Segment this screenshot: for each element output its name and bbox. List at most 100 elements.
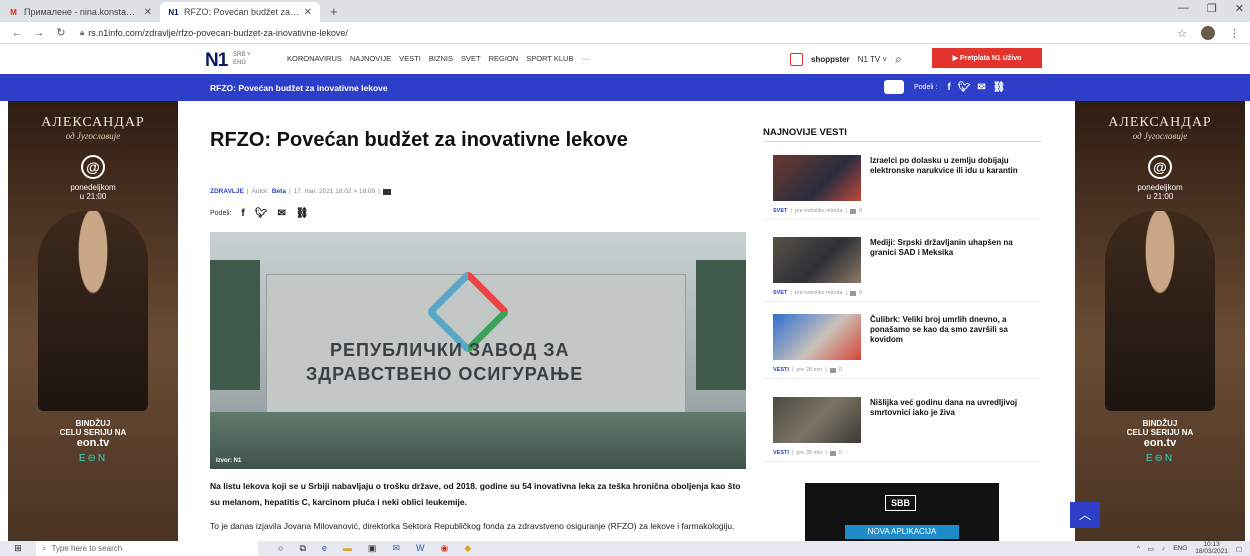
menu-item-sport-klub[interactable]: SPORT KLUB [526,54,573,63]
word-icon[interactable]: W [416,543,425,554]
url-text: rs.n1info.com/zdravlje/rfzo-povecan-budz… [88,27,348,38]
news-title[interactable]: Mediji: Srpski državljanin uhapšen na gr… [870,238,1030,258]
browser-tab-n1[interactable]: N1 RFZO: Povećan budžet za inova ✕ [160,2,320,22]
browser-tab-mail[interactable]: M Прималене - nina.konstantinido ✕ [0,2,160,22]
sbb-ad-banner[interactable]: SBB NOVA APLIKACIJA [805,483,999,541]
comment-icon[interactable] [884,80,904,94]
left-ad-banner[interactable]: АЛЕКСАНДАР од Југославије @ ponedeljkom … [8,101,178,541]
n1-logo[interactable]: N1 [205,50,228,72]
menu-item-koronavirus[interactable]: KORONAVIRUS [287,54,342,63]
main-menu: KORONAVIRUS NAJNOVIJE VESTI BIZNIS SVET … [287,54,589,63]
n1-tv-dropdown[interactable]: N1 TV ˅ [858,55,887,64]
band-share-label: Podeli : [914,83,938,91]
article-category[interactable]: ZDRAVLJE [210,188,244,195]
new-tab-button[interactable]: + [320,2,348,22]
facebook-icon[interactable]: f [241,208,244,219]
article-author[interactable]: Beta [272,188,286,195]
mail-icon[interactable]: ✉ [392,543,400,554]
news-item[interactable]: Nišlijka već godinu dana na uvredljivoj … [763,390,1041,462]
news-item[interactable]: Mediji: Srpski državljanin uhapšen na gr… [763,230,1041,302]
restore-icon[interactable]: ❐ [1207,2,1217,15]
tray-date: 18/03/2021 [1195,547,1228,555]
news-item[interactable]: Čulibrk: Veliki broj umrlih dnevno, a po… [763,307,1041,379]
window-controls: — ❐ ✕ [1178,2,1244,15]
news-thumbnail[interactable] [773,237,861,283]
close-window-icon[interactable]: ✕ [1235,2,1244,15]
menu-item-najnovije[interactable]: NAJNOVIJE [350,54,391,63]
volume-icon[interactable]: ♪ [1162,545,1165,552]
minimize-icon[interactable]: — [1178,2,1189,15]
share-label: Podeli: [210,210,232,217]
notification-icon[interactable]: ▢ [1236,545,1242,553]
chrome-icon[interactable]: ◉ [440,543,448,554]
tray-clock[interactable]: 10:13 18/03/2021 [1195,541,1228,555]
menu-item-vesti[interactable]: VESTI [399,54,421,63]
paint-icon[interactable]: ◆ [464,543,471,554]
news-meta: VESTI | pre 35 min | 0 [773,450,842,456]
author-label: Autor: [251,188,269,195]
news-title[interactable]: Čulibrk: Veliki broj umrlih dnevno, a po… [870,315,1030,345]
file-explorer-icon[interactable]: ▬ [343,543,352,554]
taskbar-search-placeholder: Type here to search [51,544,123,553]
cortana-icon[interactable]: ○ [278,543,283,554]
tray-language[interactable]: ENG [1173,545,1187,552]
back-icon[interactable]: ← [8,27,26,39]
network-icon[interactable]: ▭ [1148,545,1154,553]
ad-channel-logo-icon: @ [1148,155,1172,179]
article-lead: Na listu lekova koji se u Srbiji nabavlj… [210,481,741,507]
task-view-icon[interactable]: ⧉ [299,543,305,554]
taskbar-search[interactable]: ⌕ Type here to search [36,541,258,556]
shoppster-icon[interactable] [790,53,803,66]
search-icon: ⌕ [42,543,47,553]
lang-primary[interactable]: SRB ˅ [233,51,251,59]
news-category[interactable]: VESTI [773,450,789,456]
news-title[interactable]: Nišlijka već godinu dana na uvredljivoj … [870,398,1030,418]
tray-arrow-icon[interactable]: ^ [1137,545,1140,552]
link-icon[interactable]: ⛓ [993,82,1006,93]
reload-icon[interactable]: ↻ [52,26,70,39]
forward-icon[interactable]: → [30,27,48,39]
scroll-to-top-button[interactable]: ︿ [1070,502,1100,528]
store-icon[interactable]: ▣ [368,543,377,554]
lang-secondary[interactable]: ENG [233,59,251,67]
news-category[interactable]: VESTI [773,367,789,373]
news-category[interactable]: SVET [773,290,787,296]
bookmark-star-icon[interactable]: ☆ [1177,27,1187,40]
close-tab-icon[interactable]: ✕ [144,7,152,18]
ad-cta: BINDŽUJ CELU SERIJU NA [1075,419,1245,437]
menu-item-region[interactable]: REGION [489,54,519,63]
email-icon[interactable]: ✉ [977,82,985,93]
profile-avatar[interactable] [1201,26,1215,40]
news-comments: 0 [838,450,842,456]
news-title[interactable]: Izraelci po dolasku u zemlju dobijaju el… [870,156,1030,176]
ad-cta-line1: BINDŽUJ [75,419,111,428]
news-thumbnail[interactable] [773,314,861,360]
search-icon[interactable]: ⌕ [895,52,902,67]
email-icon[interactable]: ✉ [277,208,285,219]
link-icon[interactable]: ⛓ [296,208,309,219]
twitter-icon[interactable]: 🐦︎ [958,82,971,93]
news-time: pre 35 min [796,450,823,456]
menu-more[interactable]: ··· [581,54,589,63]
url-field[interactable]: 🔒︎ rs.n1info.com/zdravlje/rfzo-povecan-b… [80,28,348,38]
language-switch[interactable]: SRB ˅ ENG [233,51,251,67]
close-tab-icon[interactable]: ✕ [304,7,312,18]
facebook-icon[interactable]: f [947,82,950,93]
news-category[interactable]: SVET [773,208,787,214]
menu-item-biznis[interactable]: BIZNIS [429,54,453,63]
header-right: shoppster N1 TV ˅ ⌕ [790,52,902,67]
browser-menu-icon[interactable]: ⋮ [1229,27,1240,40]
news-thumbnail[interactable] [773,397,861,443]
shoppster-link[interactable]: shoppster [811,55,850,64]
windows-start-icon[interactable]: ⊞ [0,543,36,554]
menu-item-svet[interactable]: SVET [461,54,481,63]
comments-icon[interactable] [382,188,391,195]
twitter-icon[interactable]: 🐦︎ [255,208,268,219]
ad-time: u 21:00 [79,192,107,201]
edge-icon[interactable]: e [322,543,327,554]
news-thumbnail[interactable] [773,155,861,201]
subscribe-button[interactable]: ▶ Pretplata N1 Uživo [932,48,1042,68]
right-ad-banner[interactable]: АЛЕКСАНДАР од Југославије @ ponedeljkom … [1075,101,1245,541]
news-item[interactable]: Izraelci po dolasku u zemlju dobijaju el… [763,148,1041,220]
ad-brand: АЛЕКСАНДАР [41,115,145,130]
